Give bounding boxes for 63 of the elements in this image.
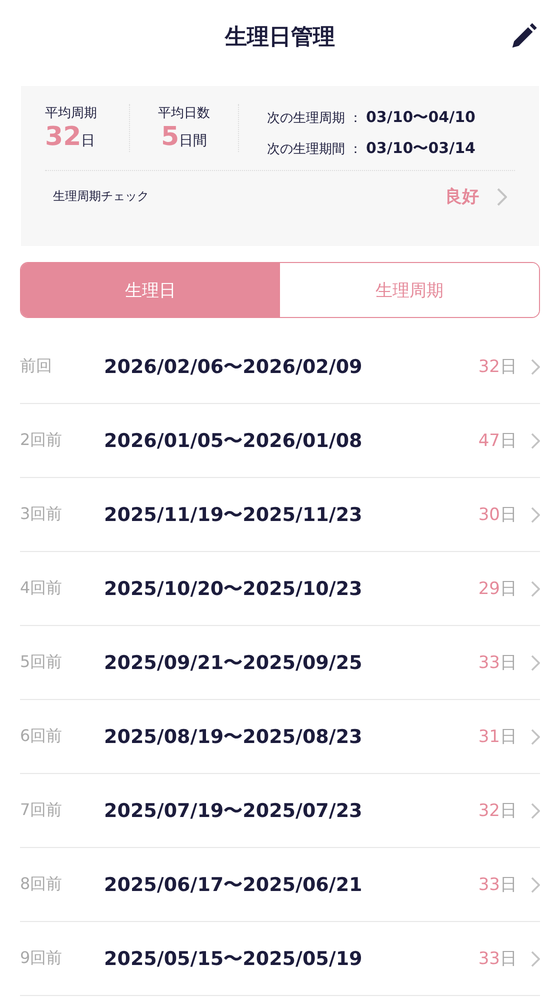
page-title: 生理日管理 <box>225 24 335 52</box>
day-unit: 日 <box>500 800 517 822</box>
day-unit: 日 <box>500 504 517 526</box>
day-unit: 日 <box>500 356 517 378</box>
day-unit: 日 <box>500 726 517 748</box>
cycle-days: 47 <box>478 430 500 450</box>
stat-label: 平均周期 <box>45 105 97 122</box>
day-unit: 日 <box>500 874 517 896</box>
cycle-days: 33 <box>478 948 500 968</box>
record-label: 3回前 <box>20 504 64 525</box>
check-label: 生理周期チェック <box>53 188 150 205</box>
chevron-icon[interactable] <box>531 728 540 744</box>
next-date-range: 03/10〜04/10 <box>366 108 476 127</box>
day-unit: 日 <box>500 652 517 674</box>
next-date-range: 03/10〜03/14 <box>366 139 476 158</box>
stat-unit: 日間 <box>179 132 208 150</box>
record-label: 7回前 <box>20 800 64 821</box>
chevron-icon[interactable] <box>531 876 540 892</box>
chevron-icon[interactable] <box>531 802 540 818</box>
cycle-days: 33 <box>478 874 500 894</box>
date-range: 2026/02/06〜2026/02/09 <box>104 354 364 380</box>
stat-label: 平均日数 <box>158 105 210 122</box>
cycle-days: 33 <box>478 652 500 672</box>
next-label: 次の生理周期 <box>267 110 345 127</box>
check-result[interactable]: 良好 <box>445 185 479 208</box>
edit-icon[interactable] <box>510 22 538 50</box>
record-label: 6回前 <box>20 726 64 747</box>
chevron-icon[interactable] <box>531 432 540 448</box>
day-unit: 日 <box>500 430 517 452</box>
cycle-days: 29 <box>478 578 500 598</box>
record-label: 5回前 <box>20 652 64 673</box>
chevron-icon[interactable] <box>531 654 540 670</box>
date-range: 2025/11/19〜2025/11/23 <box>104 502 364 528</box>
record-label: 8回前 <box>20 874 64 895</box>
date-range: 2025/06/17〜2025/06/21 <box>104 872 364 898</box>
cycle-days: 32 <box>478 800 500 820</box>
record-label: 4回前 <box>20 578 64 599</box>
next-label: 次の生理期間 <box>267 141 345 158</box>
record-label: 前回 <box>20 356 53 377</box>
date-range: 2025/05/15〜2025/05/19 <box>104 946 364 972</box>
chevron-icon[interactable] <box>531 580 540 596</box>
chevron-icon[interactable] <box>531 358 540 374</box>
day-unit: 日 <box>500 578 517 600</box>
cycle-days: 32 <box>478 356 500 376</box>
stat-value: 5 <box>160 122 180 152</box>
day-unit: 日 <box>500 948 517 970</box>
tab[interactable]: 生理日 <box>21 263 280 317</box>
stat-value: 32 <box>45 122 82 152</box>
stat-unit: 日 <box>81 132 96 150</box>
chevron-icon[interactable] <box>497 188 507 206</box>
record-label: 2回前 <box>20 430 64 451</box>
cycle-days: 31 <box>478 726 500 746</box>
chevron-icon[interactable] <box>531 506 540 522</box>
chevron-icon[interactable] <box>531 950 540 966</box>
record-label: 9回前 <box>20 948 64 969</box>
date-range: 2026/01/05〜2026/01/08 <box>104 428 364 454</box>
date-range: 2025/09/21〜2025/09/25 <box>104 650 364 676</box>
date-range: 2025/10/20〜2025/10/23 <box>104 576 364 602</box>
date-range: 2025/08/19〜2025/08/23 <box>104 724 364 750</box>
date-range: 2025/07/19〜2025/07/23 <box>104 798 364 824</box>
separator: ： <box>349 110 362 127</box>
cycle-days: 30 <box>478 504 500 524</box>
separator: ： <box>349 141 362 158</box>
